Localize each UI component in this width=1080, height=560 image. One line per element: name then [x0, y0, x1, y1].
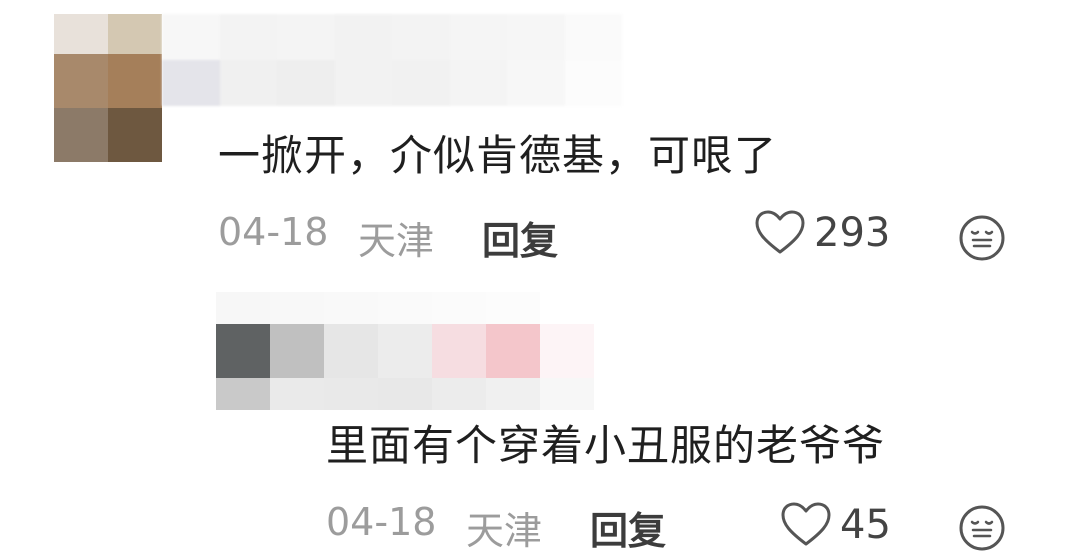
comment-text: 一掀开，介似肯德基，可哏了 [218, 131, 778, 180]
like-button[interactable]: 45 [780, 502, 891, 548]
reply-button[interactable]: 回复 [482, 210, 558, 265]
comment-date: 04-18 [218, 210, 329, 254]
comment-thread: 一掀开，介似肯德基，可哏了 04-18 天津 回复 293 里面有个穿着小丑服的… [0, 0, 1080, 560]
avatar[interactable] [216, 292, 606, 410]
reply-button[interactable]: 回复 [590, 500, 666, 555]
heart-icon [781, 502, 831, 546]
avatar[interactable] [54, 14, 162, 162]
emoji-icon[interactable] [958, 214, 1006, 262]
heart-icon [755, 210, 805, 254]
comment-location: 天津 [466, 509, 543, 553]
like-button[interactable]: 293 [754, 210, 890, 256]
like-count: 45 [840, 502, 891, 548]
comment-location: 天津 [358, 219, 435, 263]
comment-date: 04-18 [326, 500, 437, 544]
username[interactable] [162, 14, 622, 106]
emoji-icon[interactable] [958, 504, 1006, 552]
comment-text: 里面有个穿着小丑服的老爷爷 [326, 421, 886, 470]
like-count: 293 [814, 210, 891, 256]
